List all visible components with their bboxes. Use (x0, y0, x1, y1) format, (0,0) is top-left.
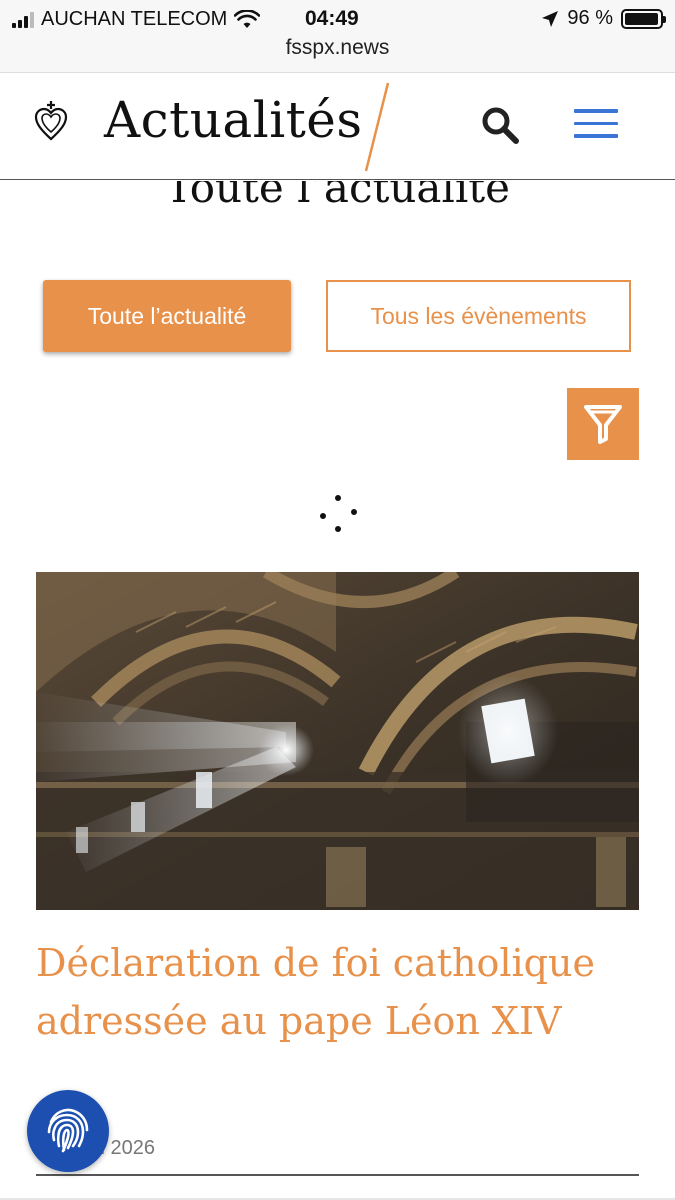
address-bar[interactable]: fsspx.news (0, 36, 675, 72)
status-bar-left: AUCHAN TELECOM (12, 8, 261, 31)
tab-all-events-label: Tous les évènements (370, 302, 587, 329)
hamburger-menu-icon[interactable] (574, 109, 618, 143)
search-icon[interactable] (478, 103, 522, 147)
article-image[interactable] (36, 572, 639, 910)
site-title[interactable]: Actualités (104, 91, 363, 149)
carrier-name: AUCHAN TELECOM (41, 8, 228, 30)
battery-fill (625, 12, 658, 25)
article-title[interactable]: Déclaration de foi catholique adressée a… (36, 934, 639, 1050)
fingerprint-icon (47, 1108, 89, 1153)
url-text: fsspx.news (285, 36, 390, 59)
fingerprint-button[interactable] (27, 1090, 109, 1172)
filter-icon (584, 405, 622, 444)
tab-all-events[interactable]: Tous les évènements (326, 280, 631, 352)
location-arrow-icon (542, 10, 559, 27)
site-header: Actualités (0, 72, 675, 180)
tab-all-news-label: Toute l’actualité (87, 302, 247, 329)
title-slash-decoration (364, 82, 390, 172)
article-divider (36, 1174, 639, 1176)
clock: 04:49 (305, 7, 359, 30)
basilica-ceiling-photo (36, 572, 639, 910)
filter-button[interactable] (567, 388, 639, 460)
sacred-heart-logo-icon[interactable] (34, 99, 68, 143)
battery-percent: 96 % (567, 7, 613, 29)
signal-icon (12, 11, 34, 28)
battery-icon (621, 8, 666, 29)
status-bar-right: 96 % (541, 7, 666, 30)
tab-all-news[interactable]: Toute l’actualité (43, 280, 291, 352)
wifi-icon (234, 9, 261, 28)
status-bar: AUCHAN TELECOM 04:49 96 % (0, 0, 675, 36)
loading-spinner-icon (320, 495, 357, 532)
